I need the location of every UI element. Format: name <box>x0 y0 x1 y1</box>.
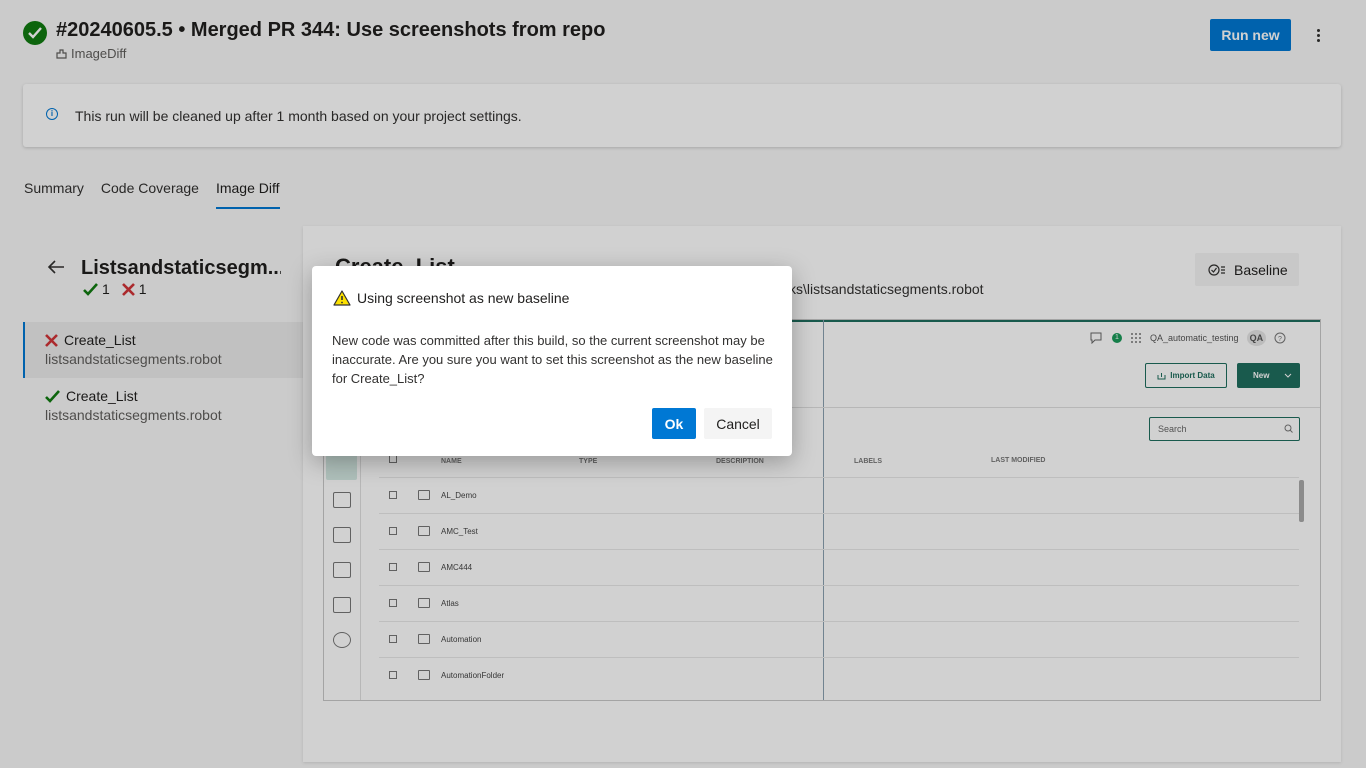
cancel-button[interactable]: Cancel <box>704 408 772 439</box>
dialog-message: New code was committed after this build,… <box>332 333 773 386</box>
baseline-confirm-dialog: Using screenshot as new baseline New cod… <box>312 266 792 456</box>
ok-button[interactable]: Ok <box>652 408 696 439</box>
warning-icon <box>333 290 351 306</box>
dialog-title: Using screenshot as new baseline <box>357 290 570 306</box>
